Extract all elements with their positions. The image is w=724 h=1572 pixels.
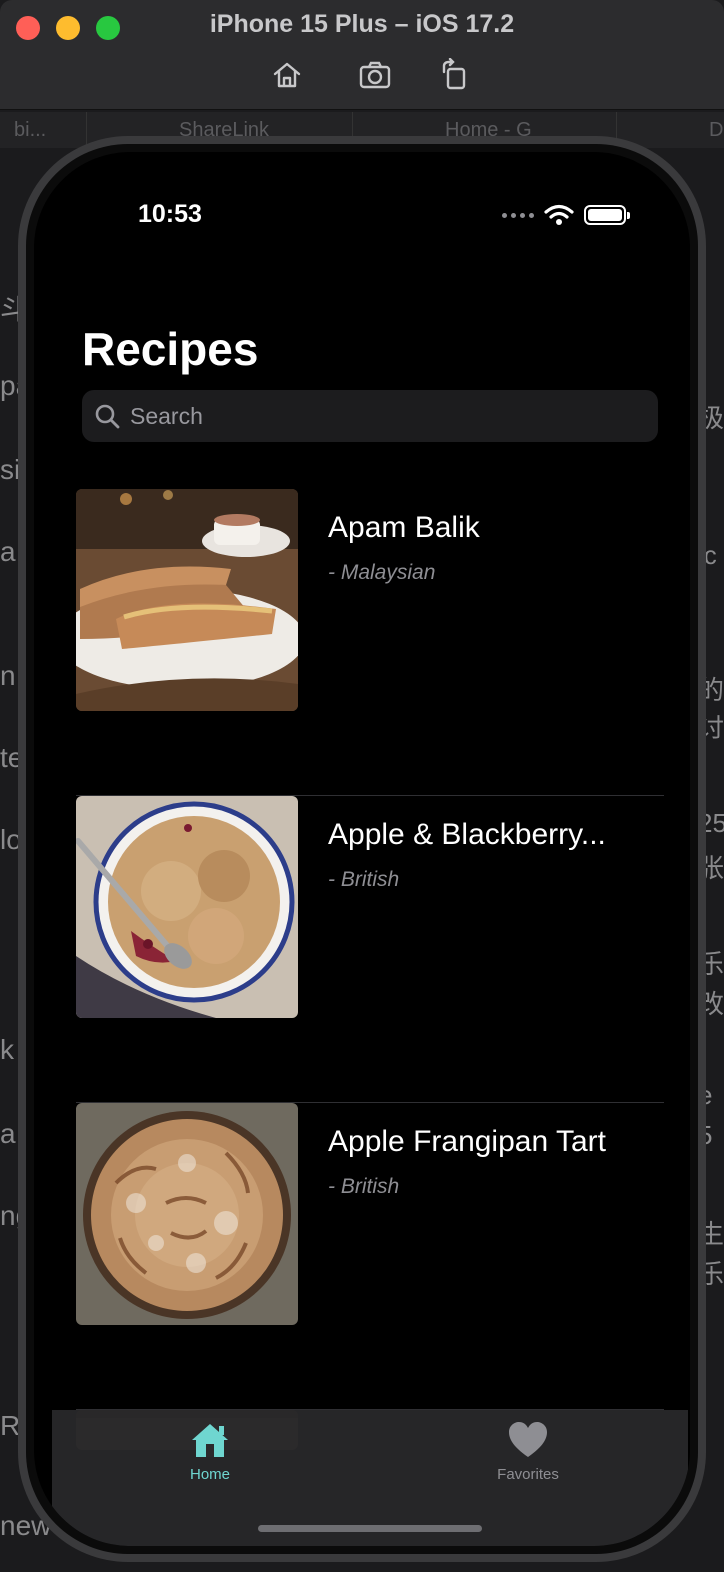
rotate-icon[interactable]	[438, 57, 472, 92]
device-bezel: 10:53 Recipes Search Apam Balik - Malays…	[26, 144, 698, 1554]
page-title: Recipes	[82, 323, 259, 375]
recipe-name: Apple & Blackberry...	[328, 818, 606, 851]
device-screen: 10:53 Recipes Search Apam Balik - Malays…	[34, 152, 690, 1546]
recipe-thumbnail	[76, 489, 298, 711]
recipe-cuisine: - British	[328, 868, 400, 891]
tab-label: Favorites	[497, 1466, 559, 1483]
host-text: n	[0, 660, 16, 691]
heart-fill-icon	[509, 1422, 547, 1457]
host-tab[interactable]: bi...	[0, 112, 86, 148]
recipe-row[interactable]: Apple & Blackberry... - British	[76, 796, 664, 1103]
wifi-icon	[544, 204, 574, 225]
tab-home[interactable]: Home	[140, 1420, 280, 1483]
cellular-signal-icon	[502, 212, 534, 218]
recipe-thumbnail	[76, 796, 298, 1018]
recipe-name: Apple Frangipan Tart	[328, 1125, 606, 1158]
recipe-name: Apam Balik	[328, 511, 480, 544]
search-bar[interactable]	[82, 390, 658, 442]
iphone-device-frame: 10:53 Recipes Search Apam Balik - Malays…	[18, 136, 706, 1562]
recipe-row[interactable]: Apple Frangipan Tart - British	[76, 1103, 664, 1410]
recipe-cuisine: - Malaysian	[328, 561, 436, 584]
house-fill-icon	[192, 1424, 228, 1457]
home-indicator[interactable]	[258, 1525, 482, 1532]
status-icons	[502, 204, 630, 226]
tab-label: Home	[189, 1466, 230, 1483]
host-text: a	[0, 1118, 16, 1149]
host-text: k	[0, 1034, 14, 1065]
simulator-titlebar: iPhone 15 Plus – iOS 17.2	[0, 0, 724, 110]
recipe-row[interactable]: Apam Balik - Malaysian	[76, 489, 664, 796]
home-icon[interactable]	[270, 58, 304, 92]
host-text: a	[0, 536, 16, 567]
screenshot-camera-icon[interactable]	[358, 58, 392, 92]
search-input[interactable]	[130, 402, 630, 430]
battery-icon	[584, 205, 630, 225]
recipe-thumbnail	[76, 1103, 298, 1325]
tab-favorites[interactable]: Favorites	[458, 1420, 598, 1483]
status-time: 10:53	[138, 200, 202, 228]
recipe-cuisine: - British	[328, 1175, 400, 1198]
recipe-list: Apam Balik - Malaysian Apple & Blackberr…	[76, 489, 664, 1450]
search-icon	[95, 404, 120, 429]
window-title: iPhone 15 Plus – iOS 17.2	[209, 10, 515, 38]
